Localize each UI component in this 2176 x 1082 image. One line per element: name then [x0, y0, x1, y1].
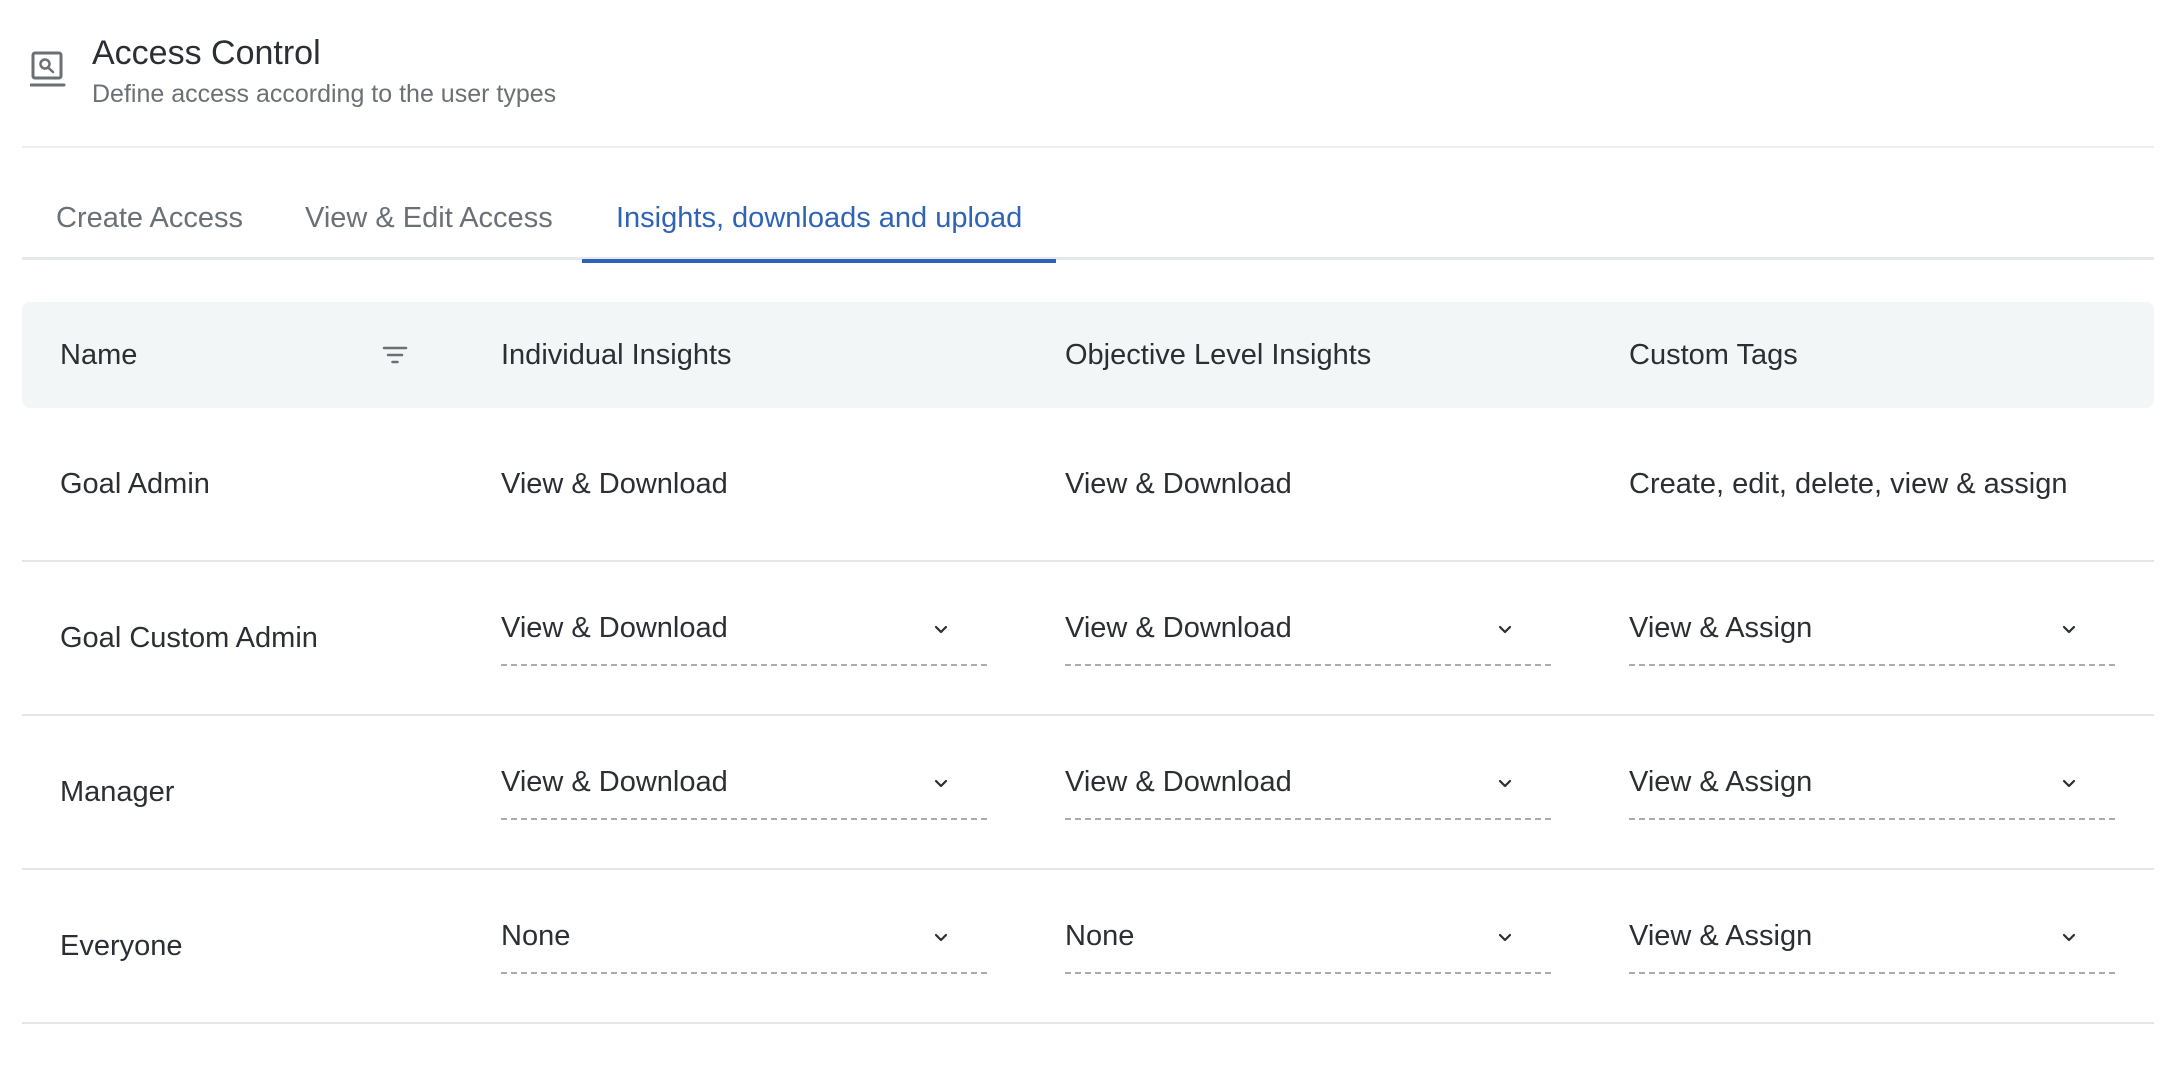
- select-value: View & Download: [501, 612, 728, 644]
- tab-insights-downloads-upload[interactable]: Insights, downloads and upload: [582, 178, 1057, 263]
- table-row-goal-admin: Goal Admin View & Download View & Downlo…: [22, 408, 2154, 562]
- custom-tags-select[interactable]: View & Assign: [1629, 916, 2115, 974]
- table-row-manager: Manager View & Download View & Download …: [22, 716, 2154, 870]
- chevron-down-icon: [2062, 933, 2076, 942]
- monitor-search-icon: [30, 51, 66, 87]
- filter-icon[interactable]: [382, 342, 408, 368]
- page-subtitle: Define access according to the user type…: [92, 80, 557, 108]
- table-header: Name Individual Insights Objective Level…: [22, 302, 2154, 408]
- chevron-down-icon: [1498, 625, 1512, 634]
- tab-create-access[interactable]: Create Access: [22, 178, 277, 260]
- objective-insights-select[interactable]: View & Download: [1065, 608, 1551, 666]
- objective-insights-select[interactable]: None: [1065, 916, 1551, 974]
- tab-bar: Create Access View & Edit Access Insight…: [22, 178, 2154, 263]
- page-title: Access Control: [92, 34, 321, 72]
- column-header-name: Name: [60, 339, 138, 371]
- row-name: Goal Admin: [60, 468, 210, 500]
- chevron-down-icon: [934, 933, 948, 942]
- access-table: Name Individual Insights Objective Level…: [22, 302, 2154, 1024]
- select-value: None: [1065, 920, 1135, 952]
- select-value: None: [501, 920, 571, 952]
- chevron-down-icon: [1498, 779, 1512, 788]
- row-name: Everyone: [60, 930, 183, 962]
- chevron-down-icon: [2062, 779, 2076, 788]
- chevron-down-icon: [1498, 933, 1512, 942]
- select-value: View & Assign: [1629, 612, 1813, 644]
- individual-insights-value: View & Download: [501, 468, 728, 500]
- select-value: View & Download: [501, 766, 728, 798]
- select-value: View & Download: [1065, 766, 1292, 798]
- chevron-down-icon: [2062, 625, 2076, 634]
- chevron-down-icon: [934, 625, 948, 634]
- objective-insights-select[interactable]: View & Download: [1065, 762, 1551, 820]
- tab-view-edit-access[interactable]: View & Edit Access: [271, 178, 587, 260]
- column-header-individual-insights: Individual Insights: [501, 339, 732, 371]
- column-header-objective-level-insights: Objective Level Insights: [1065, 339, 1372, 371]
- access-control-page: Access Control Define access according t…: [0, 0, 2176, 1082]
- individual-insights-select[interactable]: None: [501, 916, 987, 974]
- table-row-goal-custom-admin: Goal Custom Admin View & Download View &…: [22, 562, 2154, 716]
- row-name: Manager: [60, 776, 175, 808]
- row-name: Goal Custom Admin: [60, 622, 318, 654]
- page-header: Access Control Define access according t…: [22, 30, 2154, 148]
- custom-tags-select[interactable]: View & Assign: [1629, 762, 2115, 820]
- column-header-custom-tags: Custom Tags: [1629, 339, 1798, 371]
- select-value: View & Assign: [1629, 920, 1813, 952]
- table-row-everyone: Everyone None None View & Assign: [22, 870, 2154, 1024]
- individual-insights-select[interactable]: View & Download: [501, 762, 987, 820]
- select-value: View & Assign: [1629, 766, 1813, 798]
- chevron-down-icon: [934, 779, 948, 788]
- objective-insights-value: View & Download: [1065, 468, 1292, 500]
- custom-tags-value: Create, edit, delete, view & assign: [1629, 468, 2068, 500]
- individual-insights-select[interactable]: View & Download: [501, 608, 987, 666]
- custom-tags-select[interactable]: View & Assign: [1629, 608, 2115, 666]
- select-value: View & Download: [1065, 612, 1292, 644]
